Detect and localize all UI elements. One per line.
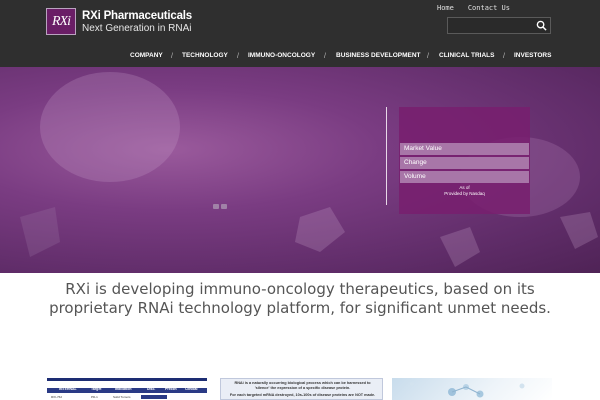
pipeline-cell-drug: RXI-762 [51, 395, 63, 399]
home-link[interactable]: Home [437, 4, 454, 12]
nav-investors[interactable]: INVESTORS [514, 52, 551, 59]
top-links: Home Contact Us [437, 4, 510, 12]
rnai-text-line3: For each targeted mRNA destroyed, 10s-10… [229, 393, 376, 397]
nav-business-development[interactable]: BUSINESS DEVELOPMENT [336, 52, 421, 59]
nav-separator: / [427, 53, 429, 60]
brand-name[interactable]: RXi Pharmaceuticals [82, 10, 192, 22]
nav-separator: / [171, 53, 173, 60]
mission-statement: RXi is developing immuno-oncology therap… [49, 280, 551, 317]
stock-volume: Volume [400, 171, 529, 183]
stock-panel: Market Value Change Volume As of Provide… [399, 107, 530, 214]
stock-as-of: As of [459, 185, 470, 190]
rxi-logo[interactable]: RXi [46, 8, 76, 35]
pipeline-cell-indication: Solid Tumors [113, 395, 131, 399]
slide-dot[interactable] [213, 204, 219, 209]
nav-technology[interactable]: TECHNOLOGY [182, 52, 228, 59]
contact-us-link[interactable]: Contact Us [468, 4, 510, 12]
pipeline-header-indication: Indication [115, 387, 132, 391]
stock-market-value: Market Value [400, 143, 529, 155]
logo-mark: RXi [52, 13, 71, 29]
pipeline-progress-bar [141, 395, 167, 399]
pipeline-header-internal: INTERNAL [59, 387, 77, 391]
hero-banner: Market Value Change Volume As of Provide… [0, 67, 600, 273]
slide-dot[interactable] [221, 204, 227, 209]
pipeline-header-clinical: Clinical [185, 387, 198, 391]
pipeline-header-target: Target [91, 387, 102, 391]
nav-immuno-oncology[interactable]: IMMUNO-ONCOLOGY [248, 52, 315, 59]
search-input[interactable] [450, 19, 534, 32]
pipeline-header-disc: Disc. [147, 387, 156, 391]
search-box [447, 17, 551, 34]
slider-pager [213, 204, 227, 209]
molecule-thumbnail[interactable] [392, 378, 552, 400]
rnai-text-line2: 'silence' the expression of a specific d… [254, 386, 351, 390]
site-header: RXi RXi Pharmaceuticals Next Generation … [0, 0, 600, 67]
hero-divider [386, 107, 387, 205]
rnai-thumbnail[interactable]: RNAi is a naturally occurring biological… [220, 378, 383, 400]
molecule-illustration [410, 382, 525, 398]
rnai-text-line1: RNAi is a naturally occurring biological… [234, 381, 371, 385]
pipeline-row: RXI-762 PD-1 Solid Tumors [47, 395, 207, 399]
pipeline-cell-target: PD-1 [91, 395, 98, 399]
main-nav: COMPANY / TECHNOLOGY / IMMUNO-ONCOLOGY /… [0, 52, 600, 62]
nav-company[interactable]: COMPANY [130, 52, 163, 59]
stock-change: Change [400, 157, 529, 169]
brand-tagline: Next Generation in RNAi [82, 23, 192, 34]
nav-separator: / [324, 53, 326, 60]
nav-separator: / [237, 53, 239, 60]
nav-separator: / [503, 53, 505, 60]
pipeline-table-header: INTERNAL Target Indication Disc. Preclin… [47, 387, 207, 393]
stock-provider: Provided by Nasdaq [444, 191, 485, 196]
nav-clinical-trials[interactable]: CLINICAL TRIALS [439, 52, 495, 59]
search-icon[interactable] [536, 20, 547, 31]
pipeline-header-preclin: Preclin [165, 387, 177, 391]
pipeline-thumbnail[interactable]: INTERNAL Target Indication Disc. Preclin… [47, 378, 207, 400]
